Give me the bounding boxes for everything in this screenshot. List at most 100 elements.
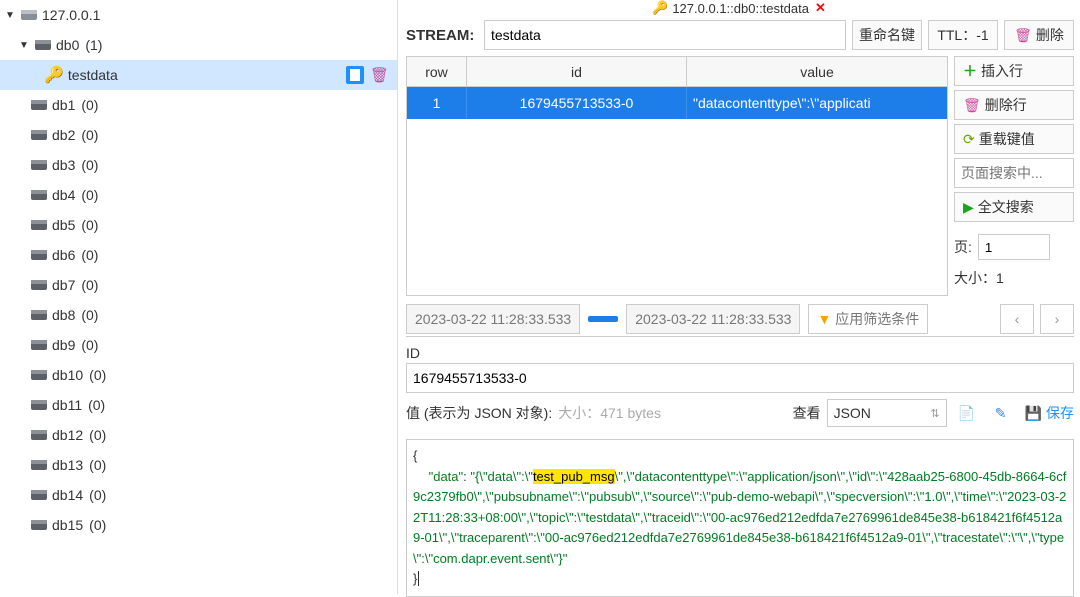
tree-db0[interactable]: ▼ db0 (1) — [0, 30, 397, 60]
db-label: db13 — [52, 457, 83, 473]
database-icon — [30, 399, 48, 411]
database-icon — [30, 369, 48, 381]
col-value[interactable]: value — [687, 57, 947, 86]
db-count: (0) — [81, 247, 98, 263]
tree-db[interactable]: db6(0) — [0, 240, 397, 270]
db-count: (0) — [89, 457, 106, 473]
db-count: (0) — [89, 517, 106, 533]
tree-db[interactable]: db12 (0) — [0, 420, 397, 450]
filter-to[interactable]: 2023-03-22 11:28:33.533 — [626, 304, 800, 334]
col-id[interactable]: id — [467, 57, 687, 86]
copy-value-button[interactable]: 📄 — [953, 400, 981, 426]
edit-value-button[interactable]: ✎ — [987, 400, 1015, 426]
database-icon — [30, 219, 48, 231]
db-count: (0) — [81, 97, 98, 113]
tree-db[interactable]: db10 (0) — [0, 360, 397, 390]
prev-page-button[interactable]: ‹ — [1000, 304, 1034, 334]
database-icon — [30, 429, 48, 441]
stream-table: row id value 1 1679455713533-0 "datacont… — [406, 56, 948, 296]
database-icon — [30, 249, 48, 261]
db-label: db7 — [52, 277, 75, 293]
next-page-button[interactable]: › — [1040, 304, 1074, 334]
apply-filter-button[interactable]: ▼应用筛选条件 — [808, 304, 928, 334]
db-label: db5 — [52, 217, 75, 233]
db-label: db1 — [52, 97, 75, 113]
select-arrows-icon: ⇅ — [930, 407, 939, 420]
db-count: (0) — [88, 397, 105, 413]
ttl-button[interactable]: TTL：-1 — [928, 20, 998, 50]
chevron-down-icon[interactable]: ▼ — [18, 40, 30, 51]
db-label: db12 — [52, 427, 83, 443]
tree-db[interactable]: db9(0) — [0, 330, 397, 360]
funnel-icon: ▼ — [817, 311, 831, 327]
rename-button[interactable]: 重命名键 — [852, 20, 922, 50]
cell-row: 1 — [407, 87, 467, 119]
db-label: db14 — [52, 487, 83, 503]
tree-db[interactable]: db15 (0) — [0, 510, 397, 540]
tree-root[interactable]: ▼ 127.0.0.1 — [0, 0, 397, 30]
database-icon — [30, 159, 48, 171]
search-icon: ▶ — [963, 199, 974, 216]
view-label: 查看 — [793, 403, 821, 423]
json-viewer[interactable]: { "data": "{\"data\":\"test_pub_msg\",\"… — [406, 439, 1074, 597]
tree-db[interactable]: db4(0) — [0, 180, 397, 210]
page-search-input[interactable] — [954, 158, 1074, 188]
trash-icon[interactable]: 🗑 — [370, 66, 389, 84]
db-label: db15 — [52, 517, 83, 533]
view-format-select[interactable]: JSON⇅ — [827, 399, 947, 427]
tree-db[interactable]: db13 (0) — [0, 450, 397, 480]
key-name-input[interactable] — [484, 20, 846, 50]
delete-key-button[interactable]: 🗑删除 — [1004, 20, 1074, 50]
plus-icon: ＋ — [963, 61, 977, 81]
tree-db[interactable]: db11 (0) — [0, 390, 397, 420]
db-count: (0) — [89, 367, 106, 383]
root-label: 127.0.0.1 — [42, 7, 100, 23]
database-icon — [30, 129, 48, 141]
database-icon — [30, 279, 48, 291]
delete-row-button[interactable]: 🗑删除行 — [954, 90, 1074, 120]
close-icon[interactable]: ✕ — [815, 0, 826, 16]
db-label: db2 — [52, 127, 75, 143]
tree-db[interactable]: db14 (0) — [0, 480, 397, 510]
table-row[interactable]: 1 1679455713533-0 "datacontenttype\":\"a… — [407, 87, 947, 119]
tree-key-selected[interactable]: 🔑 testdata 🗑 — [0, 60, 397, 90]
database-icon — [30, 99, 48, 111]
key-icon: 🔑 — [44, 65, 64, 85]
col-row[interactable]: row — [407, 57, 467, 86]
page-number-input[interactable] — [978, 234, 1050, 260]
tree-db[interactable]: db1 (0) — [0, 90, 397, 120]
save-icon: 💾 — [1025, 405, 1042, 422]
filter-from[interactable]: 2023-03-22 11:28:33.533 — [406, 304, 580, 334]
stream-type-label: STREAM: — [406, 27, 478, 44]
server-icon — [20, 9, 38, 21]
size-label: 大小：1 — [954, 268, 1074, 288]
reload-button[interactable]: ⟳重载键值 — [954, 124, 1074, 154]
tree-db[interactable]: db3(0) — [0, 150, 397, 180]
db-count: (0) — [89, 487, 106, 503]
value-label: 值 (表示为 JSON 对象): — [406, 403, 552, 423]
trash-icon: 🗑 — [963, 97, 981, 114]
value-size: 大小：471 bytes — [558, 403, 661, 423]
database-icon — [30, 339, 48, 351]
db-count: (0) — [81, 337, 98, 353]
id-input[interactable] — [406, 363, 1074, 393]
reload-icon: ⟳ — [963, 131, 975, 148]
cell-value: "datacontenttype\":\"applicati — [687, 87, 947, 119]
chevron-down-icon[interactable]: ▼ — [4, 10, 16, 21]
db-count: (0) — [89, 427, 106, 443]
copy-icon[interactable] — [346, 66, 364, 84]
fulltext-search-button[interactable]: ▶全文搜索 — [954, 192, 1074, 222]
db-count: (0) — [81, 187, 98, 203]
tree-db[interactable]: db7(0) — [0, 270, 397, 300]
db-label: db11 — [52, 397, 82, 413]
insert-row-button[interactable]: ＋插入行 — [954, 56, 1074, 86]
tab-title[interactable]: 127.0.0.1::db0::testdata — [672, 1, 809, 16]
tree-db[interactable]: db5(0) — [0, 210, 397, 240]
save-button[interactable]: 💾保存 — [1025, 403, 1074, 423]
database-icon — [34, 39, 52, 51]
id-label: ID — [406, 345, 1074, 361]
db-count: (0) — [81, 307, 98, 323]
tree-db[interactable]: db2(0) — [0, 120, 397, 150]
tree-db[interactable]: db8(0) — [0, 300, 397, 330]
db-label: db10 — [52, 367, 83, 383]
